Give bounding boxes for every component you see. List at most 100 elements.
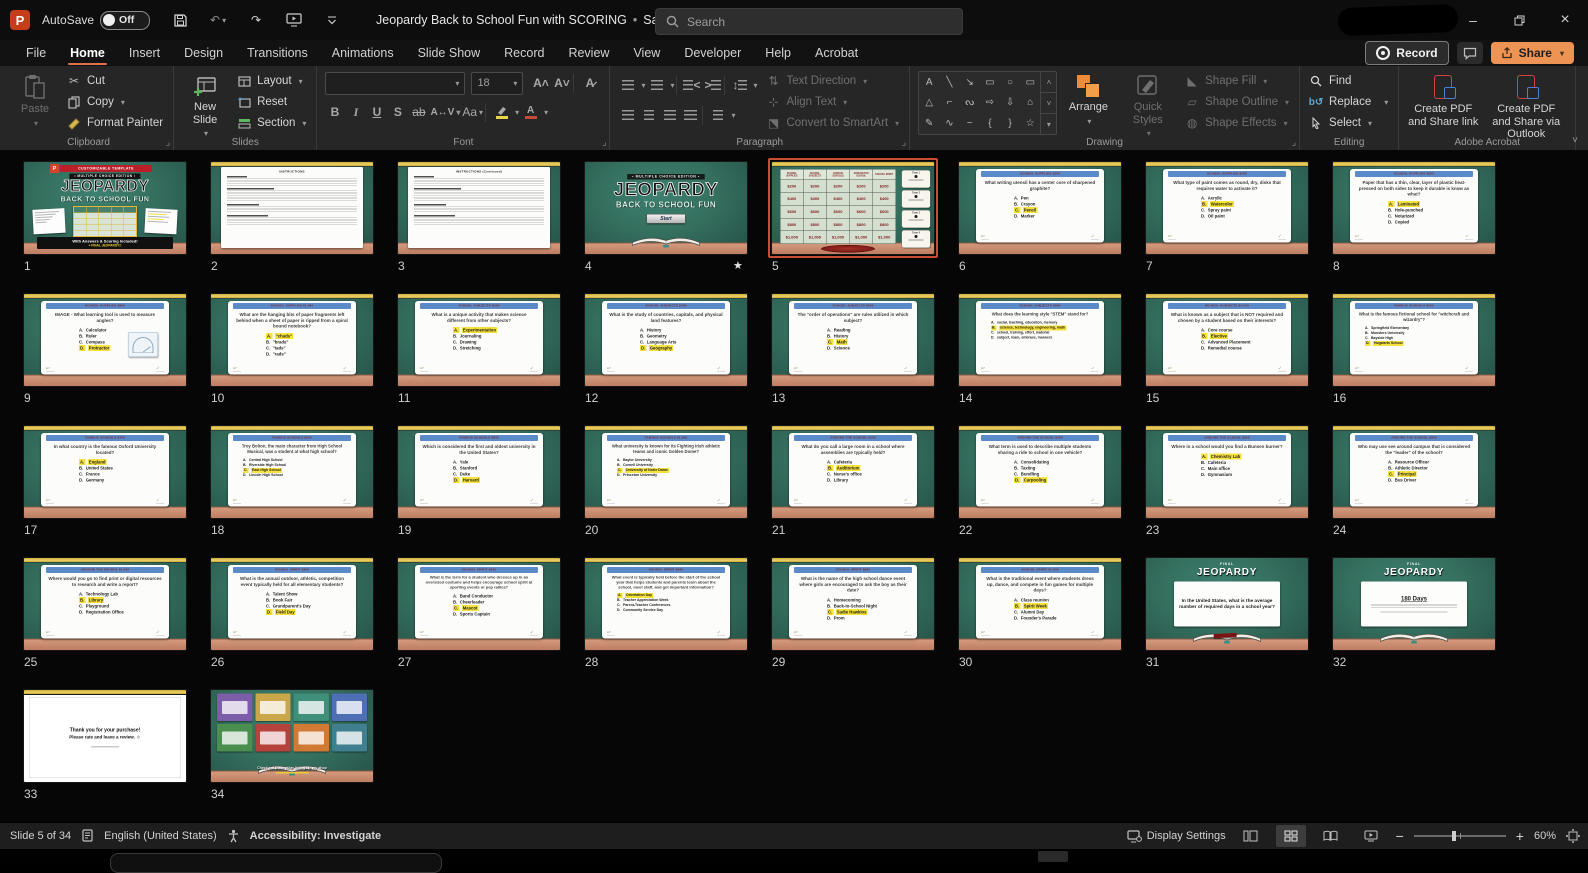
shape-gallery-scroll[interactable]: ˄˅▾ <box>1040 72 1056 134</box>
decrease-indent-icon[interactable]: ˂ <box>676 76 701 95</box>
copy-button[interactable]: Copy▾ <box>66 92 163 112</box>
tab-review[interactable]: Review <box>556 42 621 64</box>
save-icon[interactable] <box>170 10 190 30</box>
line-spacing-icon[interactable]: ↕ <box>724 76 749 95</box>
align-center-icon[interactable] <box>639 106 658 125</box>
slide-thumbnail-11[interactable]: SCHOOL SUBJECTS $200 What is a unique ac… <box>398 294 560 386</box>
redo-icon[interactable]: ↷ <box>246 10 266 30</box>
slide-thumbnail-2[interactable]: INSTRUCTIONS <box>211 162 373 254</box>
paste-button[interactable]: Paste▾ <box>12 71 58 128</box>
tab-transitions[interactable]: Transitions <box>235 42 320 64</box>
arrange-button[interactable]: Arrange▾ <box>1065 71 1111 126</box>
replace-button[interactable]: b↺ Replace▾ <box>1308 92 1388 112</box>
tab-home[interactable]: Home <box>58 42 117 64</box>
slide-thumbnail-3[interactable]: INSTRUCTIONS (Continued) <box>398 162 560 254</box>
clipboard-dialog-launcher[interactable]: ⌟ <box>166 137 170 148</box>
slide-thumbnail-23[interactable]: AROUND THE SCHOOL $600 Where in a school… <box>1146 426 1308 518</box>
slide-thumbnail-6[interactable]: SCHOOL SUPPLIES $200 What writing utensi… <box>959 162 1121 254</box>
increase-font-icon[interactable]: A˄ <box>531 74 550 93</box>
create-pdf-outlook-button[interactable]: Create PDF and Share via Outlook <box>1487 71 1565 141</box>
slideshow-view-button[interactable] <box>1356 825 1386 847</box>
tab-file[interactable]: File <box>14 42 58 64</box>
slide-thumbnail-29[interactable]: SCHOOL SPIRIT $800 What is the name of t… <box>772 558 934 650</box>
shape-gallery[interactable]: A╲↘▭○▭ △⌐ᔓ⇨⇩⌂ ✎∿~{}☆ ˄˅▾ <box>918 71 1057 135</box>
increase-indent-icon[interactable]: ˃ <box>703 76 722 95</box>
zoom-slider-thumb[interactable] <box>1452 831 1456 841</box>
slide-thumbnail-1[interactable]: PCUSTOMIZABLE TEMPLATE • MULTIPLE CHOICE… <box>24 162 186 254</box>
slide-thumbnail-31[interactable]: FINAL JEOPARDY In the United States, wha… <box>1146 558 1308 650</box>
slide-thumbnail-33[interactable]: Thank you for your purchase! Please rate… <box>24 690 186 782</box>
collapse-ribbon-icon[interactable]: ˅ <box>1572 135 1578 146</box>
slide-thumbnail-27[interactable]: SCHOOL SPIRIT $400 What is the term for … <box>398 558 560 650</box>
align-left-icon[interactable] <box>618 106 637 125</box>
drawing-dialog-launcher[interactable]: ⌟ <box>1292 137 1296 148</box>
decrease-font-icon[interactable]: A˅ <box>552 74 571 93</box>
slide-thumbnail-19[interactable]: FAMOUS SCHOOLS $800 Which is considered … <box>398 426 560 518</box>
paragraph-dialog-launcher[interactable]: ⌟ <box>902 137 906 148</box>
character-spacing-icon[interactable]: A↔V▾ <box>430 103 460 122</box>
tab-design[interactable]: Design <box>172 42 235 64</box>
tab-slide-show[interactable]: Slide Show <box>406 42 493 64</box>
zoom-level[interactable]: 60% <box>1534 830 1556 842</box>
comments-button[interactable] <box>1457 42 1483 64</box>
shape-fill-button[interactable]: ◣Shape Fill▾ <box>1184 71 1289 91</box>
font-color-icon[interactable]: A <box>521 103 540 122</box>
share-button[interactable]: Share ▾ <box>1491 42 1574 64</box>
cut-button[interactable]: ✂Cut <box>66 71 163 91</box>
zoom-out-button[interactable]: − <box>1396 828 1404 844</box>
restore-button[interactable] <box>1496 0 1542 40</box>
fit-to-window-icon[interactable] <box>1566 829 1580 843</box>
language-indicator[interactable]: English (United States) <box>104 830 217 842</box>
autosave-control[interactable]: AutoSave Off <box>42 11 150 30</box>
reading-view-button[interactable] <box>1316 825 1346 847</box>
slide-thumbnail-24[interactable]: AROUND THE SCHOOL $800 Who may use see a… <box>1333 426 1495 518</box>
slide-thumbnail-28[interactable]: SCHOOL SPIRIT $600 What event is typical… <box>585 558 747 650</box>
slide-thumbnail-13[interactable]: SCHOOL SUBJECTS $600 The "order of opera… <box>772 294 934 386</box>
bold-icon[interactable]: B <box>325 103 344 122</box>
font-dialog-launcher[interactable]: ⌟ <box>602 137 606 148</box>
slide-thumbnail-4[interactable]: • MULTIPLE CHOICE EDITION • JEOPARDY BAC… <box>585 162 747 254</box>
slide-thumbnail-34[interactable]: Check out these other listings in my sho… <box>211 690 373 782</box>
underline-icon[interactable]: U <box>367 103 386 122</box>
reset-button[interactable]: Reset <box>236 92 306 112</box>
slide-thumbnail-9[interactable]: SCHOOL SUPPLIES $800 IMAGE - What learni… <box>24 294 186 386</box>
slide-sorter-view-button[interactable] <box>1276 825 1306 847</box>
slide-thumbnail-21[interactable]: AROUND THE SCHOOL $200 What do you call … <box>772 426 934 518</box>
find-button[interactable]: Find <box>1308 71 1388 91</box>
slide-thumbnail-26[interactable]: SCHOOL SPIRIT $200 What is the annual ou… <box>211 558 373 650</box>
format-painter-button[interactable]: Format Painter <box>66 113 163 133</box>
slide-thumbnail-14[interactable]: SCHOOL SUBJECTS $800 What does the learn… <box>959 294 1121 386</box>
slide-thumbnail-32[interactable]: FINAL JEOPARDY 180 Days <box>1333 558 1495 650</box>
record-button[interactable]: Record <box>1365 41 1448 65</box>
slide-thumbnail-22[interactable]: AROUND THE SCHOOL $400 What term is used… <box>959 426 1121 518</box>
change-case-icon[interactable]: Aa▾ <box>462 103 483 122</box>
new-slide-button[interactable]: New Slide▾ <box>182 71 228 138</box>
slide-thumbnail-12[interactable]: SCHOOL SUBJECTS $400 What is the study o… <box>585 294 747 386</box>
zoom-slider[interactable] <box>1414 835 1506 837</box>
italic-icon[interactable]: I <box>346 103 365 122</box>
slide-sorter[interactable]: PCUSTOMIZABLE TEMPLATE • MULTIPLE CHOICE… <box>0 151 1588 822</box>
minimize-button[interactable]: – <box>1450 0 1496 40</box>
font-size-combo[interactable]: 18▾ <box>471 72 523 95</box>
customize-quick-access-icon[interactable] <box>322 10 342 30</box>
strikethrough-icon[interactable]: ab <box>409 103 428 122</box>
convert-smartart-button[interactable]: ⬔Convert to SmartArt▾ <box>765 113 899 133</box>
slide-thumbnail-20[interactable]: FAMOUS SCHOOLS $1,000 What university is… <box>585 426 747 518</box>
accessibility-icon[interactable] <box>227 829 240 843</box>
tab-record[interactable]: Record <box>492 42 556 64</box>
tab-developer[interactable]: Developer <box>672 42 753 64</box>
numbering-icon[interactable] <box>647 76 666 95</box>
quick-styles-button[interactable]: Quick Styles▾ <box>1119 71 1176 138</box>
create-pdf-share-link-button[interactable]: Create PDF and Share link <box>1407 71 1479 128</box>
clear-formatting-icon[interactable]: A̷ <box>573 74 599 93</box>
columns-icon[interactable] <box>702 106 727 125</box>
tab-help[interactable]: Help <box>753 42 803 64</box>
shape-effects-button[interactable]: ◍Shape Effects▾ <box>1184 113 1289 133</box>
start-slideshow-icon[interactable] <box>284 10 304 30</box>
select-button[interactable]: Select▾ <box>1308 113 1388 133</box>
slide-thumbnail-17[interactable]: FAMOUS SCHOOLS $400 In what country is t… <box>24 426 186 518</box>
autosave-toggle[interactable]: Off <box>100 11 150 30</box>
normal-view-button[interactable] <box>1236 825 1266 847</box>
tab-acrobat[interactable]: Acrobat <box>803 42 870 64</box>
slide-thumbnail-15[interactable]: SCHOOL SUBJECTS $1,000 What is known as … <box>1146 294 1308 386</box>
